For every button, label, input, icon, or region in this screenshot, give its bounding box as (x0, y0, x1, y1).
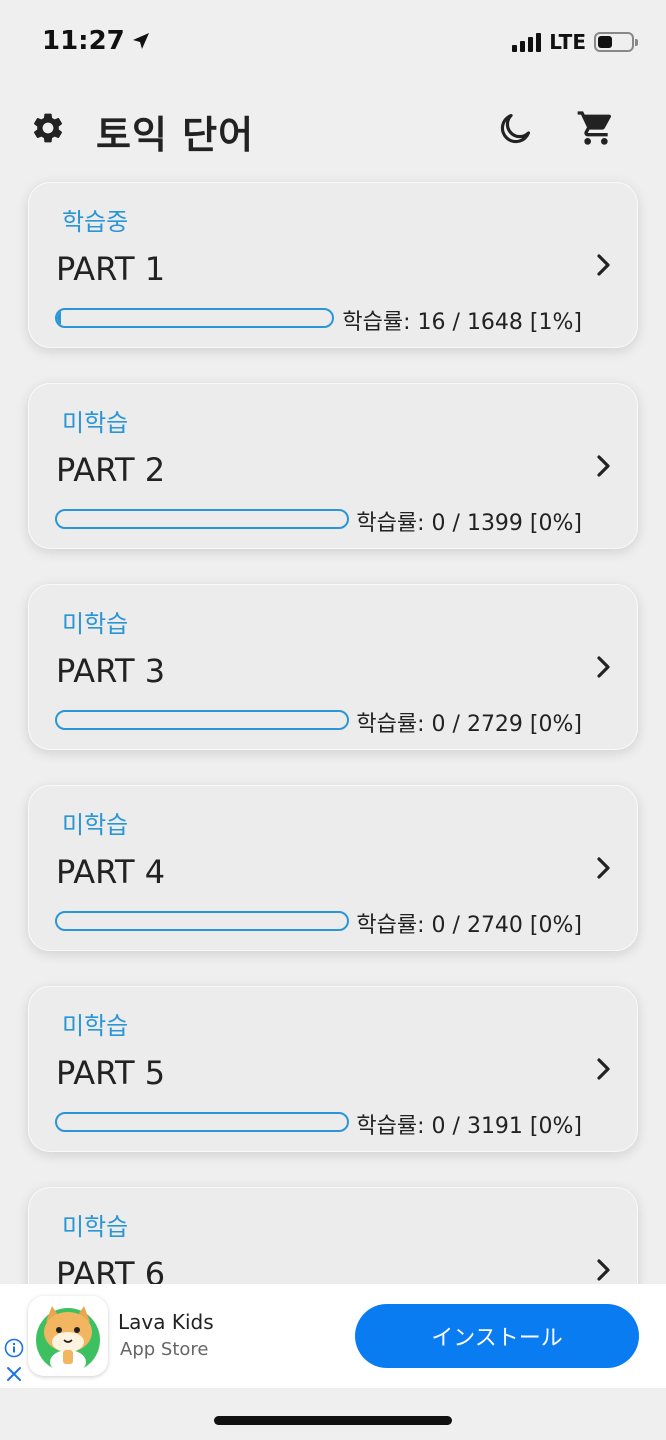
battery-icon (594, 32, 638, 52)
ad-app-icon[interactable] (28, 1296, 108, 1376)
part-card-4[interactable]: 미학습 PART 4 학습률: 0 / 2740 [0%] (28, 785, 638, 951)
progress-fill (57, 310, 62, 326)
progress-bar (55, 911, 349, 931)
home-indicator[interactable] (214, 1416, 452, 1425)
cart-icon[interactable] (576, 108, 616, 148)
part-status: 미학습 (62, 811, 129, 839)
chevron-right-icon (597, 455, 610, 477)
close-icon[interactable] (4, 1364, 24, 1384)
part-card-1[interactable]: 학습중 PART 1 학습률: 16 / 1648 [1%] (28, 182, 638, 348)
part-title: PART 1 (56, 250, 166, 288)
gear-icon[interactable] (30, 110, 66, 146)
page-title: 토익 단어 (96, 113, 255, 157)
part-status: 미학습 (62, 610, 129, 638)
part-title: PART 5 (56, 1054, 166, 1092)
chevron-right-icon (597, 857, 610, 879)
moon-icon[interactable] (496, 110, 534, 148)
part-status: 미학습 (62, 1012, 129, 1040)
chevron-right-icon (597, 1259, 610, 1281)
part-card-5[interactable]: 미학습 PART 5 학습률: 0 / 3191 [0%] (28, 986, 638, 1152)
progress-bar (55, 509, 349, 529)
progress-text: 학습률: 0 / 2729 [0%] (356, 712, 582, 737)
progress-bar (55, 710, 349, 730)
status-time: 11:27 (42, 26, 151, 56)
status-bar: 11:27 LTE (0, 0, 666, 86)
ad-store-label: App Store (120, 1339, 209, 1360)
progress-bar (55, 308, 334, 328)
status-indicators: LTE (512, 30, 638, 54)
signal-icon (512, 32, 542, 52)
chevron-right-icon (597, 656, 610, 678)
part-card-3[interactable]: 미학습 PART 3 학습률: 0 / 2729 [0%] (28, 584, 638, 750)
part-title: PART 2 (56, 451, 166, 489)
info-icon[interactable] (4, 1338, 24, 1358)
progress-text: 학습률: 0 / 2740 [0%] (356, 913, 582, 938)
ad-banner[interactable]: Lava Kids App Store インストール (0, 1284, 666, 1388)
chevron-right-icon (597, 1058, 610, 1080)
location-arrow-icon (132, 33, 149, 49)
install-button[interactable]: インストール (355, 1304, 639, 1368)
part-title: PART 4 (56, 853, 166, 891)
part-status: 학습중 (62, 208, 129, 236)
app-screen: 11:27 LTE 토익 단어 학습중 PART 1 학습률: 16 / 164… (0, 0, 666, 1440)
progress-bar (55, 1112, 349, 1132)
cat-character-icon (36, 1306, 100, 1374)
part-title: PART 3 (56, 652, 166, 690)
part-status: 미학습 (62, 409, 129, 437)
chevron-right-icon (597, 254, 610, 276)
progress-text: 학습률: 0 / 3191 [0%] (356, 1114, 582, 1139)
app-header: 토익 단어 (0, 96, 666, 160)
part-card-2[interactable]: 미학습 PART 2 학습률: 0 / 1399 [0%] (28, 383, 638, 549)
battery-level (598, 36, 613, 48)
part-status: 미학습 (62, 1213, 129, 1241)
network-label: LTE (549, 30, 586, 54)
progress-text: 학습률: 0 / 1399 [0%] (356, 511, 582, 536)
ad-app-name: Lava Kids (118, 1310, 214, 1334)
status-time-text: 11:27 (42, 26, 125, 56)
progress-text: 학습률: 16 / 1648 [1%] (342, 310, 582, 335)
